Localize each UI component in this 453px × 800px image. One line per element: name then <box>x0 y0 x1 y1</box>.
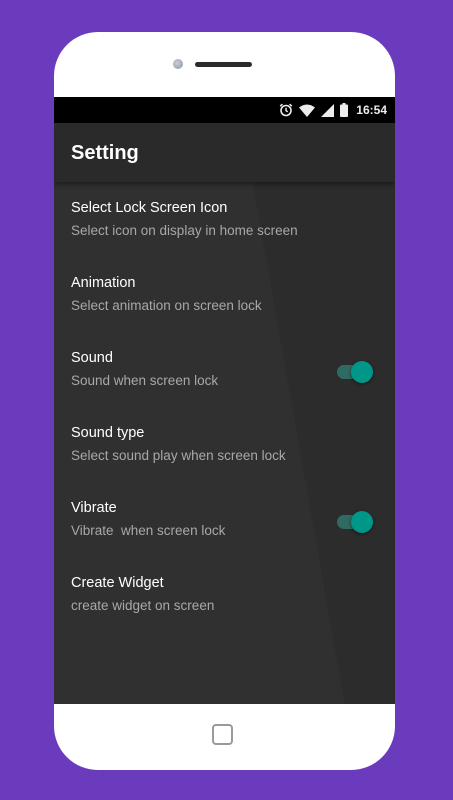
alarm-icon <box>279 103 293 117</box>
setting-subtitle: Sound when screen lock <box>71 373 219 388</box>
setting-title: Vibrate <box>71 500 117 516</box>
setting-subtitle: Vibrate when screen lock <box>71 523 226 538</box>
signal-icon <box>321 103 335 117</box>
app-bar: Setting <box>54 123 395 182</box>
status-icons: 16:54 <box>279 97 387 123</box>
page-title: Setting <box>71 142 139 164</box>
setting-sound[interactable]: Sound Sound when screen lock <box>54 332 395 407</box>
setting-select-lock-screen-icon[interactable]: Select Lock Screen Icon Select icon on d… <box>54 182 395 257</box>
sound-toggle[interactable] <box>335 360 375 384</box>
setting-title: Sound <box>71 350 113 366</box>
phone-screen: 16:54 Setting Select Lock Screen Icon Se… <box>54 97 395 704</box>
earpiece-speaker <box>195 62 252 67</box>
wifi-icon <box>299 104 316 117</box>
front-camera <box>173 59 183 69</box>
setting-create-widget[interactable]: Create Widget create widget on screen <box>54 557 395 632</box>
setting-title: Sound type <box>71 425 145 441</box>
settings-list: Select Lock Screen Icon Select icon on d… <box>54 182 395 632</box>
setting-title: Select Lock Screen Icon <box>71 200 228 216</box>
setting-title: Create Widget <box>71 575 164 591</box>
setting-subtitle: Select sound play when screen lock <box>71 448 286 463</box>
home-button[interactable] <box>212 724 233 745</box>
setting-title: Animation <box>71 275 136 291</box>
status-bar: 16:54 <box>54 97 395 123</box>
setting-animation[interactable]: Animation Select animation on screen loc… <box>54 257 395 332</box>
toggle-thumb <box>351 511 373 533</box>
toggle-thumb <box>351 361 373 383</box>
vibrate-toggle[interactable] <box>335 510 375 534</box>
status-time: 16:54 <box>356 103 387 117</box>
setting-subtitle: create widget on screen <box>71 598 215 613</box>
battery-icon <box>340 103 349 117</box>
phone-frame: 16:54 Setting Select Lock Screen Icon Se… <box>54 32 395 770</box>
page-background: 16:54 Setting Select Lock Screen Icon Se… <box>0 0 453 800</box>
setting-subtitle: Select icon on display in home screen <box>71 223 298 238</box>
setting-subtitle: Select animation on screen lock <box>71 298 262 313</box>
setting-sound-type[interactable]: Sound type Select sound play when screen… <box>54 407 395 482</box>
setting-vibrate[interactable]: Vibrate Vibrate when screen lock <box>54 482 395 557</box>
